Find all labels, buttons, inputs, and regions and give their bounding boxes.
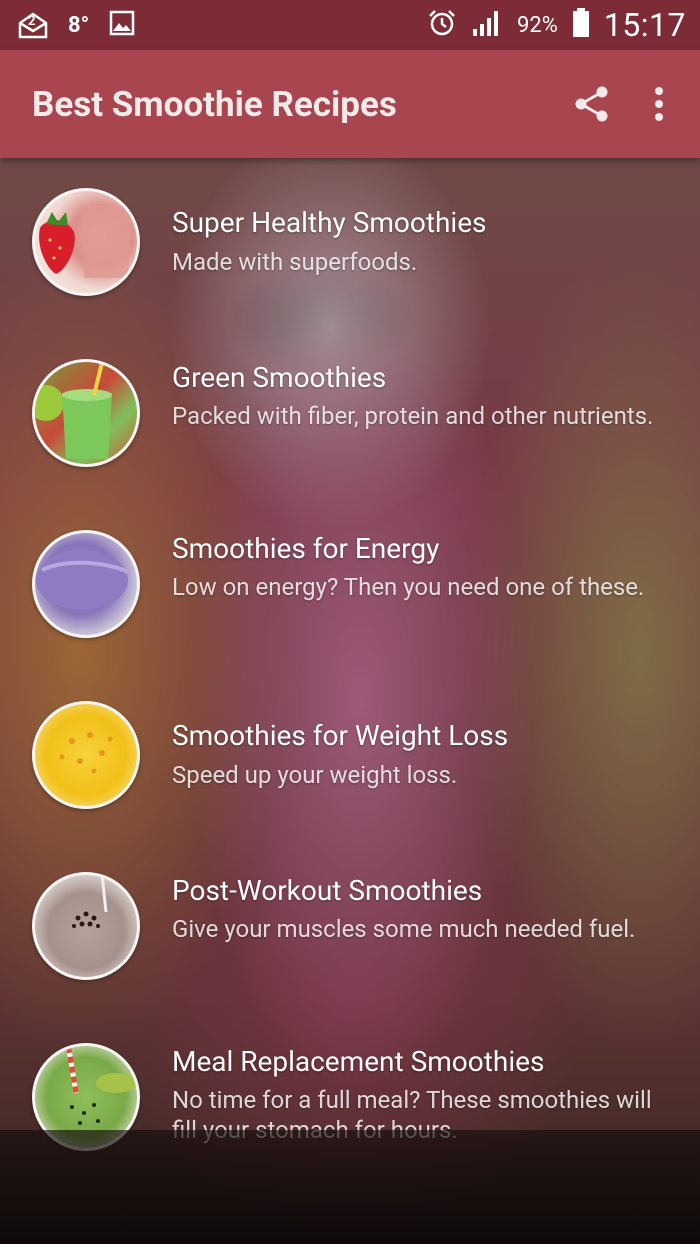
category-description: Made with superfoods. bbox=[172, 248, 418, 276]
app-title: Best Smoothie Recipes bbox=[32, 83, 397, 125]
category-description: Give your muscles some much needed fuel. bbox=[172, 915, 636, 943]
category-item-energy[interactable]: Smoothies for Energy Low on energy? Then… bbox=[0, 530, 700, 700]
more-vert-icon[interactable] bbox=[652, 84, 666, 124]
app-bar: Best Smoothie Recipes bbox=[0, 50, 700, 158]
chocolate-smoothie-thumbnail bbox=[32, 872, 140, 980]
category-title: Meal Replacement Smoothies bbox=[172, 1045, 545, 1078]
share-icon[interactable] bbox=[572, 84, 612, 124]
category-title: Post-Workout Smoothies bbox=[172, 874, 483, 907]
category-item-green[interactable]: Green Smoothies Packed with fiber, prote… bbox=[0, 359, 700, 529]
email-notification-icon: 2 bbox=[18, 11, 48, 39]
battery-icon bbox=[572, 8, 590, 42]
battery-percent: 92% bbox=[516, 12, 558, 38]
category-item-weight-loss[interactable]: Smoothies for Weight Loss Speed up your … bbox=[0, 701, 700, 871]
clock: 15:17 bbox=[603, 6, 686, 44]
category-title: Super Healthy Smoothies bbox=[172, 206, 487, 239]
green-smoothie-thumbnail bbox=[32, 359, 140, 467]
orange-smoothie-thumbnail bbox=[32, 701, 140, 809]
category-title: Green Smoothies bbox=[172, 361, 387, 394]
notification-count: 2 bbox=[28, 14, 36, 29]
bottom-shadow-bar bbox=[0, 1130, 700, 1244]
blueberry-smoothie-thumbnail bbox=[32, 530, 140, 638]
category-item-post-workout[interactable]: Post-Workout Smoothies Give your muscles… bbox=[0, 872, 700, 1042]
strawberry-smoothie-thumbnail bbox=[32, 188, 140, 296]
signal-icon bbox=[471, 9, 503, 41]
status-bar: 2 8° 92% 15:17 bbox=[0, 0, 700, 50]
gallery-icon bbox=[109, 10, 135, 40]
category-description: Low on energy? Then you need one of thes… bbox=[172, 573, 645, 601]
alarm-icon bbox=[427, 8, 457, 42]
category-description: Packed with fiber, protein and other nut… bbox=[172, 402, 654, 430]
category-description: Speed up your weight loss. bbox=[172, 761, 458, 789]
category-item-super-healthy[interactable]: Super Healthy Smoothies Made with superf… bbox=[0, 188, 700, 358]
temperature: 8° bbox=[68, 12, 90, 38]
category-title: Smoothies for Energy bbox=[172, 532, 440, 565]
category-title: Smoothies for Weight Loss bbox=[172, 719, 509, 752]
